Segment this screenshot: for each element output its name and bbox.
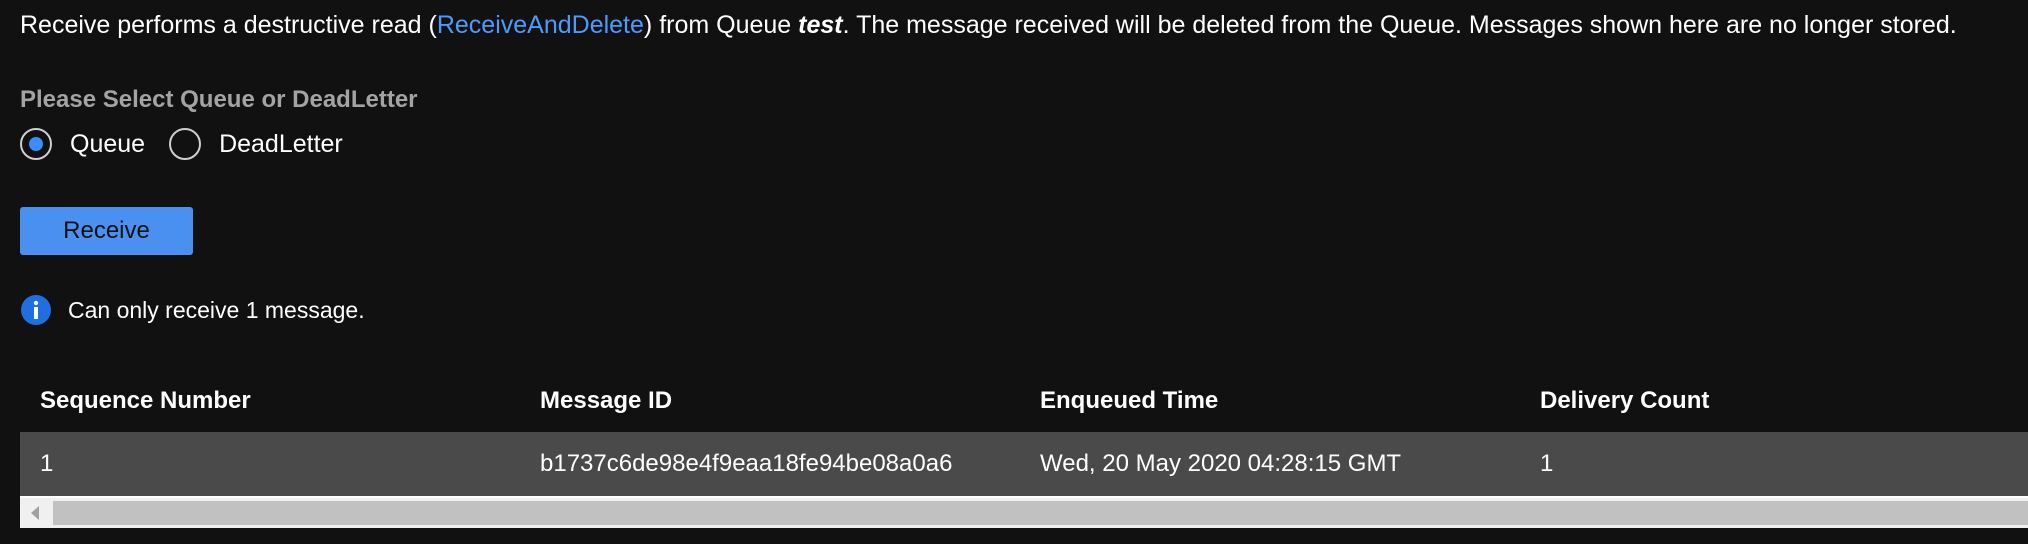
radio-button-deadletter[interactable]: [169, 128, 202, 160]
queue-name: test: [798, 11, 843, 39]
messages-table: Sequence Number Message ID Enqueued Time…: [20, 370, 2028, 528]
table-row[interactable]: 1 b1737c6de98e4f9eaa18fe94be08a0a6 Wed, …: [20, 432, 2028, 496]
info-icon: [21, 295, 51, 325]
radio-option-deadletter[interactable]: DeadLetter: [169, 128, 343, 160]
column-header-message-id[interactable]: Message ID: [520, 387, 1020, 415]
horizontal-scrollbar[interactable]: [20, 496, 2028, 528]
cell-message-id: b1737c6de98e4f9eaa18fe94be08a0a6: [540, 450, 953, 477]
receive-page: Receive performs a destructive read (Rec…: [0, 0, 2028, 544]
info-message-bar: Can only receive 1 message.: [20, 292, 365, 328]
intro-middle: ) from Queue: [643, 11, 799, 39]
info-message-text: Can only receive 1 message.: [68, 296, 365, 323]
receive-and-delete-link[interactable]: ReceiveAndDelete: [437, 11, 644, 39]
radio-label-deadletter: DeadLetter: [219, 129, 343, 158]
cell-enqueued-time: Wed, 20 May 2020 04:28:15 GMT: [1040, 450, 1402, 477]
column-header-delivery-count[interactable]: Delivery Count: [1520, 387, 2028, 415]
cell-sequence-number: 1: [40, 450, 54, 477]
intro-prefix: Receive performs a destructive read (: [20, 11, 437, 39]
table-header-row: Sequence Number Message ID Enqueued Time…: [20, 370, 2028, 432]
queue-select-label: Please Select Queue or DeadLetter: [20, 86, 418, 113]
radio-label-queue: Queue: [70, 129, 146, 158]
queue-deadletter-radio-group: Queue DeadLetter: [20, 124, 367, 164]
scroll-left-arrow-icon[interactable]: [20, 498, 50, 528]
scrollbar-thumb[interactable]: [53, 501, 2028, 525]
radio-option-queue[interactable]: Queue: [20, 128, 145, 160]
column-header-enqueued-time[interactable]: Enqueued Time: [1020, 387, 1520, 415]
receive-button[interactable]: Receive: [20, 207, 193, 255]
radio-button-queue[interactable]: [20, 128, 52, 160]
column-header-sequence-number[interactable]: Sequence Number: [20, 387, 520, 415]
cell-delivery-count: 1: [1540, 450, 1554, 477]
intro-text: Receive performs a destructive read (Rec…: [20, 8, 1957, 42]
intro-suffix: . The message received will be deleted f…: [842, 11, 1957, 39]
